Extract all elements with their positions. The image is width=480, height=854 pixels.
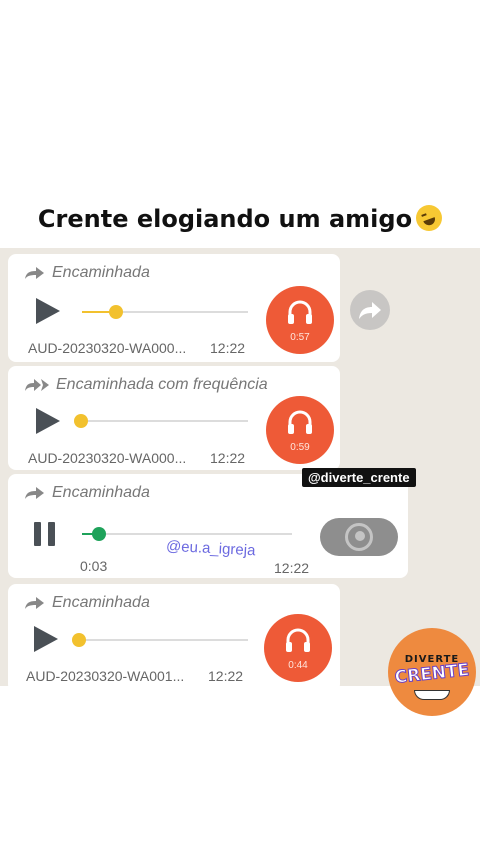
- audio-message: Encaminhada com frequência AUD-20230320-…: [8, 366, 340, 470]
- audio-progress-track[interactable]: [82, 533, 292, 535]
- forward-arrow-icon: [25, 487, 44, 499]
- audio-progress-track[interactable]: [82, 639, 248, 641]
- audio-avatar: 0:57: [266, 286, 334, 354]
- message-time: 12:22: [274, 560, 310, 576]
- message-time: 12:22: [210, 450, 246, 466]
- speed-icon: [345, 523, 373, 551]
- audio-filename: AUD-20230320-WA000...: [28, 450, 187, 466]
- message-time: 12:22: [208, 668, 244, 684]
- chat-screenshot: Encaminhada AUD-20230320-WA000... 12:22 …: [0, 248, 480, 686]
- rofl-emoji-icon: [416, 205, 443, 231]
- creator-tag: @diverte_crente: [302, 468, 416, 487]
- brand-logo: DIVERTE CRENTE: [388, 628, 476, 716]
- audio-filename: AUD-20230320-WA001...: [26, 668, 185, 684]
- audio-message: Encaminhada AUD-20230320-WA001... 12:22 …: [8, 584, 340, 686]
- audio-message: Encaminhada 0:03 12:22: [8, 474, 408, 578]
- headphones-icon: [286, 628, 310, 652]
- audio-duration: 0:44: [288, 660, 308, 671]
- forward-arrow-icon: [25, 267, 44, 279]
- audio-progress-track[interactable]: [82, 420, 248, 422]
- audio-duration: 0:59: [290, 442, 310, 453]
- audio-avatar: 0:44: [264, 614, 332, 682]
- double-forward-arrow-icon: [25, 379, 49, 391]
- tiktok-icon: [15, 396, 33, 417]
- audio-message: Encaminhada AUD-20230320-WA000... 12:22 …: [8, 254, 340, 362]
- audio-elapsed: 0:03: [80, 558, 108, 574]
- audio-avatar: 0:59: [266, 396, 334, 464]
- tiktok-watermark: TikTok: [14, 396, 88, 418]
- pause-button[interactable]: [34, 522, 56, 546]
- forwarded-label: Encaminhada: [24, 264, 150, 282]
- play-button[interactable]: [36, 298, 60, 324]
- video-caption: Crente elogiando um amigo: [0, 205, 480, 233]
- forwarded-frequently-label: Encaminhada com frequência: [24, 376, 268, 394]
- headphones-icon: [288, 300, 312, 324]
- forward-arrow-icon: [25, 597, 44, 609]
- audio-filename: AUD-20230320-WA000...: [28, 340, 187, 356]
- caption-text: Crente elogiando um amigo: [37, 205, 413, 233]
- headphones-icon: [288, 410, 312, 434]
- audio-scrubber[interactable]: [72, 633, 86, 647]
- share-forward-button[interactable]: [350, 290, 390, 330]
- forwarded-label: Encaminhada: [24, 484, 150, 502]
- audio-duration: 0:57: [290, 332, 310, 343]
- play-button[interactable]: [34, 626, 58, 652]
- share-forward-icon: [359, 302, 381, 319]
- logo-smile: [414, 690, 450, 700]
- audio-scrubber[interactable]: [109, 305, 123, 319]
- playback-speed-button[interactable]: [320, 518, 398, 556]
- tiktok-watermark-handle: @diverte.crente: [14, 431, 106, 446]
- audio-scrubber[interactable]: [92, 527, 106, 541]
- audio-progress-track[interactable]: [82, 311, 248, 313]
- message-time: 12:22: [210, 340, 246, 356]
- forwarded-label: Encaminhada: [24, 594, 150, 612]
